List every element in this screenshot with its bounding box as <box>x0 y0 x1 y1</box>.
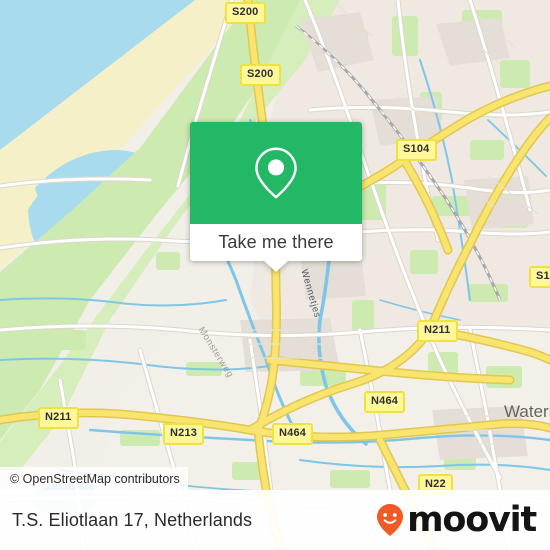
moovit-wordmark: moovit <box>407 499 537 540</box>
moovit-map-screenshot: S200 S200 S104 S10 N211 N464 N211 N213 N… <box>0 0 550 550</box>
road-shield: N211 <box>417 320 458 342</box>
popup-icon-area <box>190 122 362 224</box>
location-popup-card[interactable]: Take me there <box>190 122 362 272</box>
place-label-wateringen: Wateri <box>504 402 550 421</box>
road-shield: N464 <box>364 391 406 413</box>
attribution-text: © OpenStreetMap contributors <box>10 471 180 486</box>
popup-action-area[interactable]: Take me there <box>190 224 362 272</box>
map-attribution[interactable]: © OpenStreetMap contributors <box>0 467 188 490</box>
road-shield: S200 <box>240 64 281 86</box>
road-shield: S104 <box>396 139 437 161</box>
map-pin-icon <box>255 147 297 199</box>
road-shield: S200 <box>225 2 266 24</box>
footer-bar: T.S. Eliotlaan 17, Netherlands moovit <box>0 490 550 550</box>
moovit-logo[interactable]: moovit <box>375 499 537 540</box>
address-title: T.S. Eliotlaan 17, Netherlands <box>12 509 253 530</box>
road-shield: N213 <box>163 423 205 445</box>
road-shield: N211 <box>38 407 79 429</box>
road-shield: S10 <box>529 266 550 288</box>
take-me-there-button[interactable]: Take me there <box>218 232 333 253</box>
moovit-pin-logo-icon <box>377 504 404 536</box>
popup-pointer <box>264 261 288 272</box>
road-shield: N464 <box>272 423 314 445</box>
